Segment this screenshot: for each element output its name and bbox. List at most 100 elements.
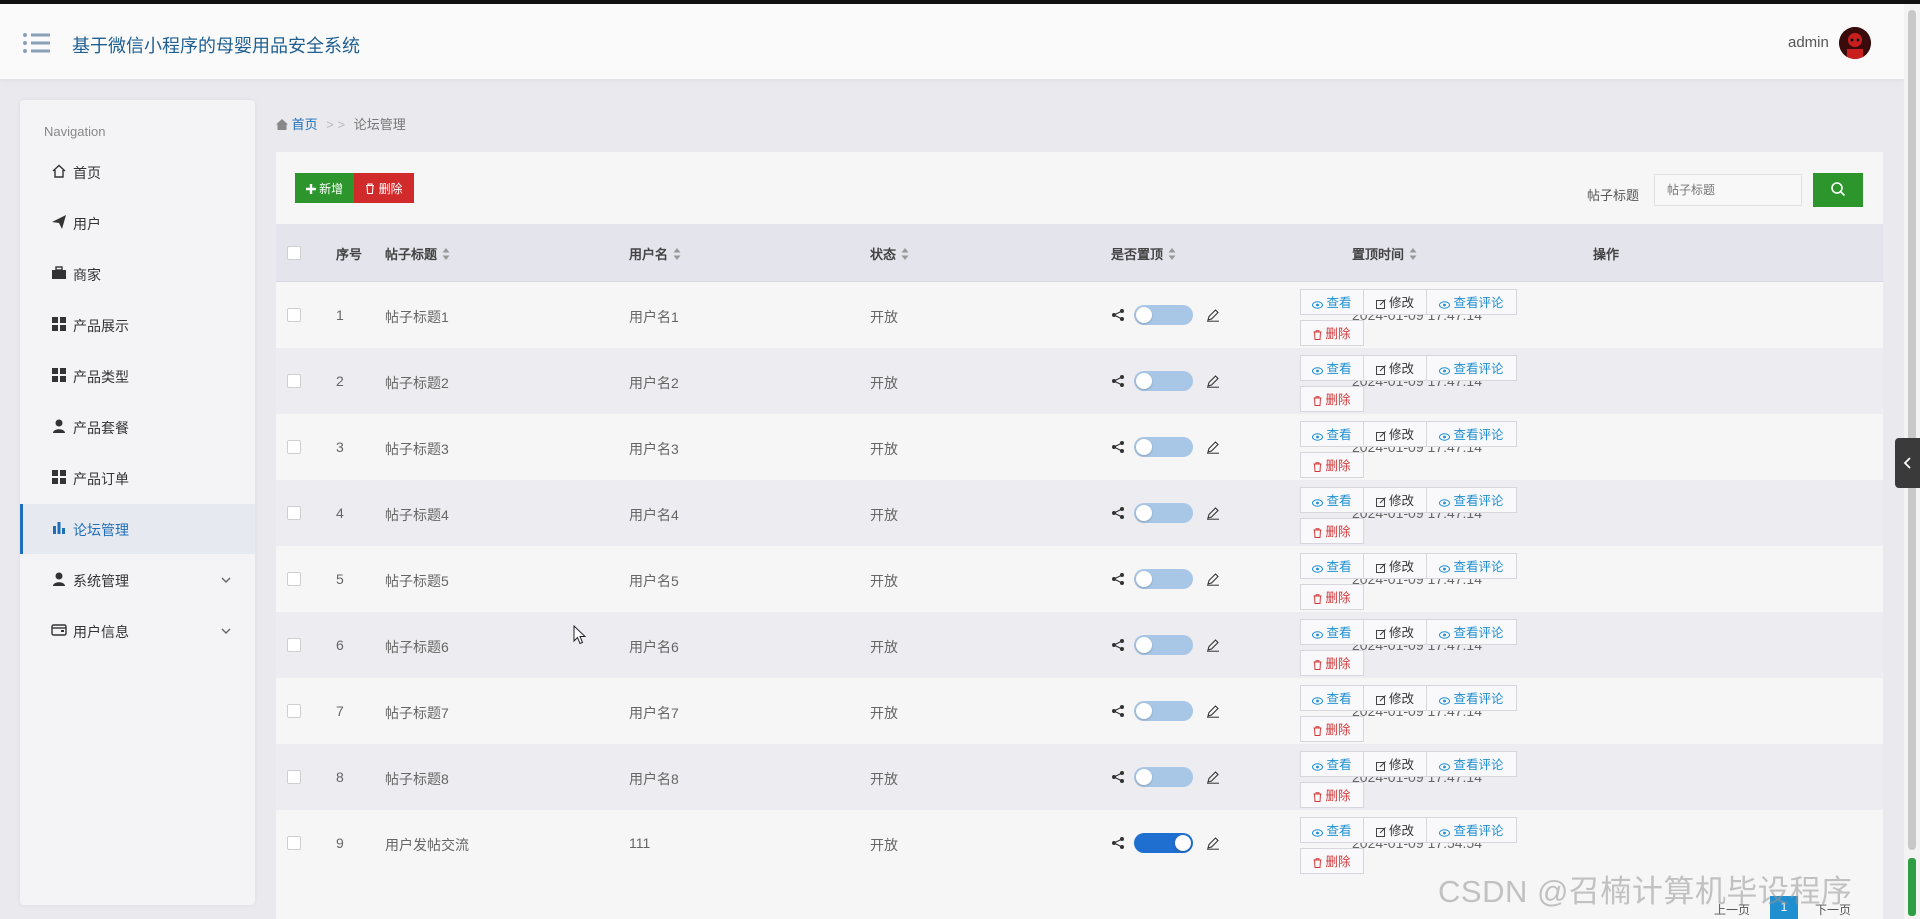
sidebar-item-home[interactable]: 首页	[20, 147, 255, 197]
view-comments-button[interactable]: 查看评论	[1426, 421, 1517, 447]
pencil-icon[interactable]	[1206, 770, 1220, 784]
view-button[interactable]: 查看	[1300, 289, 1364, 315]
pinned-toggle[interactable]	[1134, 701, 1193, 721]
menu-icon[interactable]	[22, 32, 50, 54]
view-button[interactable]: 查看	[1300, 355, 1364, 381]
comments-label: 查看评论	[1453, 758, 1504, 772]
pinned-toggle[interactable]	[1134, 833, 1193, 853]
edit-label: 修改	[1388, 494, 1414, 508]
sidebar-item-product-packages[interactable]: 产品套餐	[20, 402, 255, 452]
user-name[interactable]: admin	[1788, 34, 1829, 51]
search-button[interactable]	[1813, 173, 1863, 207]
search-input[interactable]	[1654, 174, 1802, 206]
row-checkbox[interactable]	[287, 704, 301, 718]
pencil-icon[interactable]	[1206, 572, 1220, 586]
edit-button[interactable]: 修改	[1363, 355, 1427, 381]
row-delete-button[interactable]: 删除	[1300, 782, 1364, 808]
view-comments-button[interactable]: 查看评论	[1426, 619, 1517, 645]
share-icon	[1112, 573, 1124, 585]
row-delete-button[interactable]: 删除	[1300, 716, 1364, 742]
edit-button[interactable]: 修改	[1363, 817, 1427, 843]
eye-icon	[1312, 565, 1324, 573]
pencil-icon[interactable]	[1206, 638, 1220, 652]
pencil-icon[interactable]	[1206, 440, 1220, 454]
pencil-icon[interactable]	[1206, 506, 1220, 520]
view-label: 查看	[1326, 560, 1352, 574]
edit-button[interactable]: 修改	[1363, 751, 1427, 777]
header-user[interactable]: 用户名	[629, 244, 681, 263]
cell-user: 用户名5	[629, 573, 679, 589]
row-checkbox[interactable]	[287, 506, 301, 520]
sidebar-item-forum[interactable]: 论坛管理	[20, 504, 255, 554]
view-button[interactable]: 查看	[1300, 487, 1364, 513]
trash-icon	[1313, 660, 1322, 670]
view-button[interactable]: 查看	[1300, 685, 1364, 711]
row-delete-button[interactable]: 删除	[1300, 320, 1364, 346]
row-delete-button[interactable]: 删除	[1300, 452, 1364, 478]
avatar[interactable]	[1839, 27, 1871, 59]
view-button[interactable]: 查看	[1300, 751, 1364, 777]
view-comments-button[interactable]: 查看评论	[1426, 355, 1517, 381]
pinned-toggle[interactable]	[1134, 569, 1193, 589]
app-title: 基于微信小程序的母婴用品安全系统	[72, 36, 360, 56]
row-checkbox[interactable]	[287, 572, 301, 586]
bulk-delete-button[interactable]: 删除	[354, 173, 414, 203]
sidebar-item-product-orders[interactable]: 产品订单	[20, 453, 255, 503]
edit-button[interactable]: 修改	[1363, 289, 1427, 315]
pinned-toggle[interactable]	[1134, 503, 1193, 523]
pencil-icon[interactable]	[1206, 836, 1220, 850]
edit-button[interactable]: 修改	[1363, 421, 1427, 447]
view-comments-button[interactable]: 查看评论	[1426, 817, 1517, 843]
row-checkbox[interactable]	[287, 374, 301, 388]
view-button[interactable]: 查看	[1300, 553, 1364, 579]
select-all-checkbox[interactable]	[287, 246, 301, 260]
pinned-toggle[interactable]	[1134, 767, 1193, 787]
view-button[interactable]: 查看	[1300, 421, 1364, 447]
sidebar-item-product-display[interactable]: 产品展示	[20, 300, 255, 350]
pencil-icon[interactable]	[1206, 374, 1220, 388]
edit-button[interactable]: 修改	[1363, 685, 1427, 711]
header-pinned[interactable]: 是否置顶	[1111, 244, 1176, 263]
breadcrumb-home[interactable]: 首页	[292, 117, 318, 132]
row-checkbox[interactable]	[287, 638, 301, 652]
row-checkbox[interactable]	[287, 308, 301, 322]
view-comments-button[interactable]: 查看评论	[1426, 553, 1517, 579]
row-delete-button[interactable]: 删除	[1300, 584, 1364, 610]
view-comments-button[interactable]: 查看评论	[1426, 751, 1517, 777]
scrollbar-thumb[interactable]	[1908, 10, 1916, 850]
view-button[interactable]: 查看	[1300, 817, 1364, 843]
pinned-toggle[interactable]	[1134, 635, 1193, 655]
comments-label: 查看评论	[1453, 626, 1504, 640]
edit-button[interactable]: 修改	[1363, 487, 1427, 513]
view-button[interactable]: 查看	[1300, 619, 1364, 645]
edit-button[interactable]: 修改	[1363, 619, 1427, 645]
header-status[interactable]: 状态	[870, 244, 909, 263]
row-checkbox[interactable]	[287, 440, 301, 454]
row-delete-button[interactable]: 删除	[1300, 386, 1364, 412]
pinned-toggle[interactable]	[1134, 371, 1193, 391]
pencil-icon[interactable]	[1206, 308, 1220, 322]
pencil-icon[interactable]	[1206, 704, 1220, 718]
row-checkbox[interactable]	[287, 836, 301, 850]
pinned-toggle[interactable]	[1134, 305, 1193, 325]
row-delete-button[interactable]: 删除	[1300, 650, 1364, 676]
sidebar-item-merchants[interactable]: 商家	[20, 249, 255, 299]
add-button[interactable]: 新增	[295, 173, 354, 203]
side-collapse-tab[interactable]	[1895, 438, 1920, 488]
sidebar-item-user-info[interactable]: 用户信息	[20, 606, 255, 656]
home-icon	[52, 164, 66, 178]
sidebar-item-system[interactable]: 系统管理	[20, 555, 255, 605]
view-comments-button[interactable]: 查看评论	[1426, 289, 1517, 315]
row-delete-button[interactable]: 删除	[1300, 518, 1364, 544]
row-checkbox[interactable]	[287, 770, 301, 784]
row-delete-button[interactable]: 删除	[1300, 848, 1364, 874]
view-comments-button[interactable]: 查看评论	[1426, 685, 1517, 711]
header-pin-time[interactable]: 置顶时间	[1352, 244, 1417, 263]
sidebar-item-product-types[interactable]: 产品类型	[20, 351, 255, 401]
sidebar-item-users[interactable]: 用户	[20, 198, 255, 248]
view-comments-button[interactable]: 查看评论	[1426, 487, 1517, 513]
edit-button[interactable]: 修改	[1363, 553, 1427, 579]
header-title[interactable]: 帖子标题	[385, 244, 450, 263]
pinned-toggle[interactable]	[1134, 437, 1193, 457]
share-icon	[1112, 705, 1124, 717]
